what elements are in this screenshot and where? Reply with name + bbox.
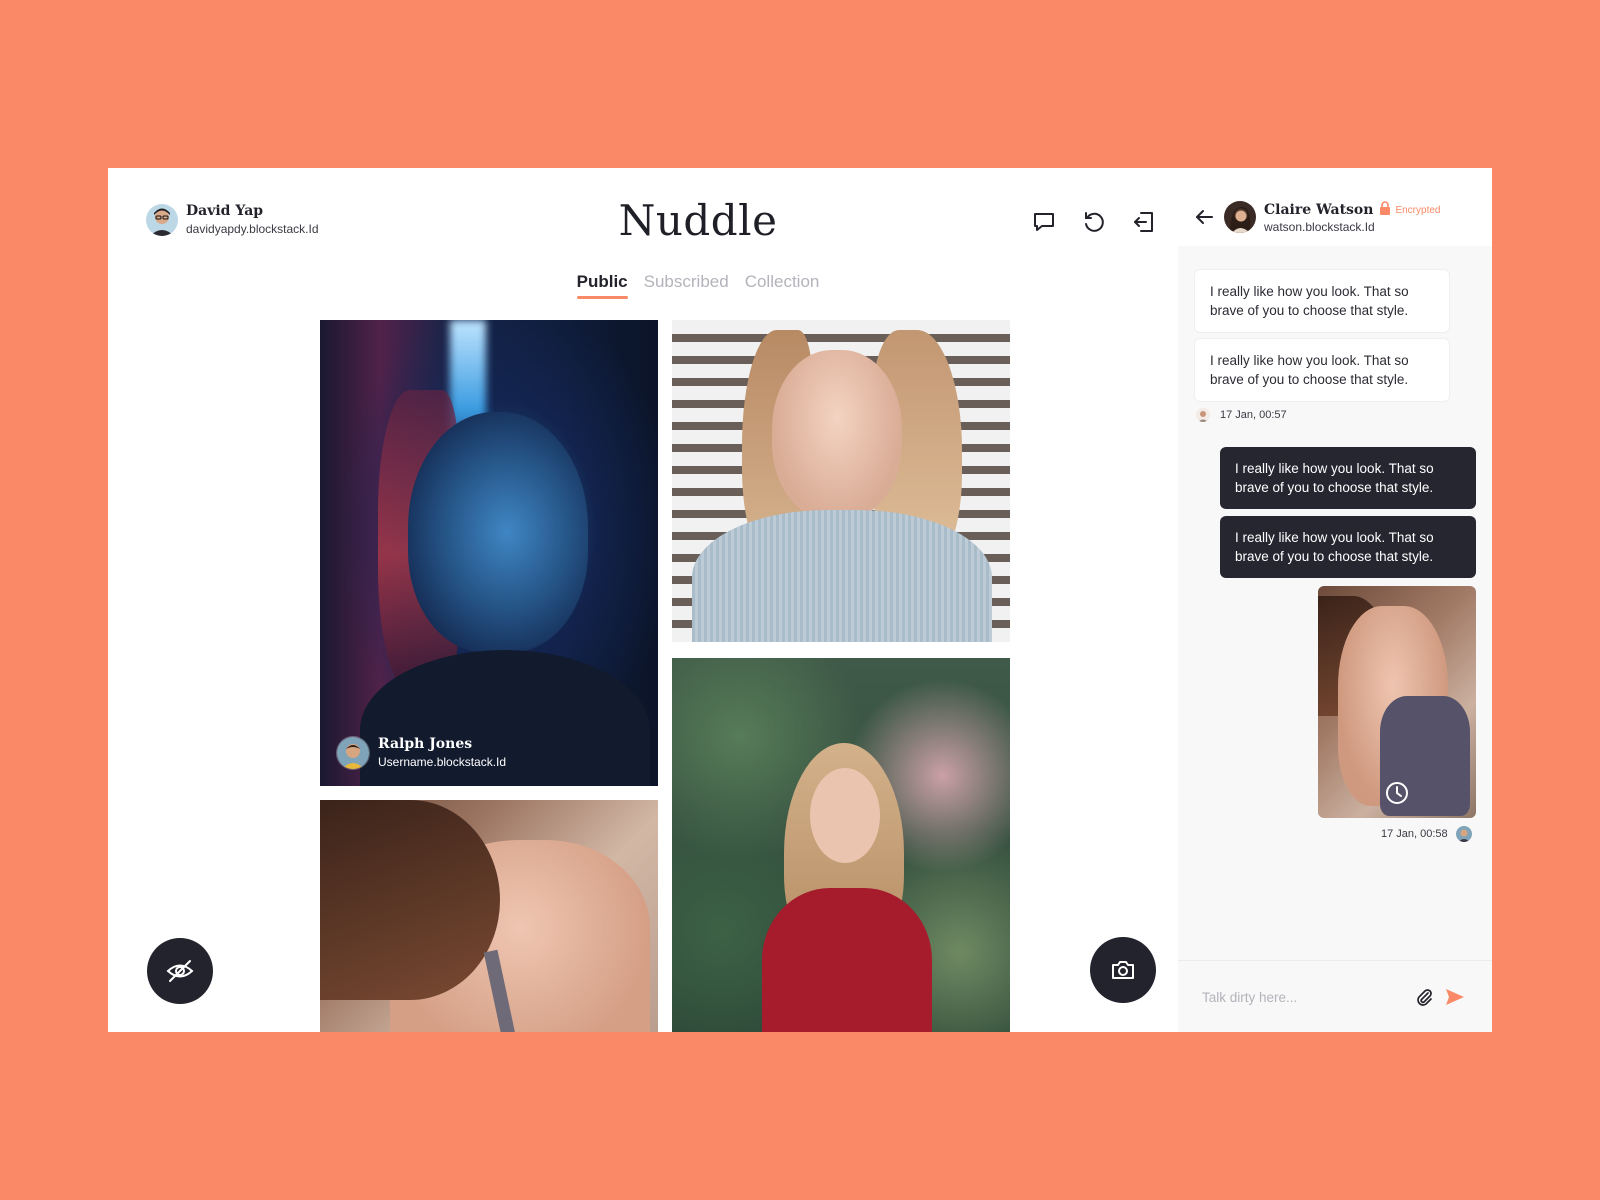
chat-panel: Claire Watson Encrypted watson.blockstac… xyxy=(1178,168,1492,1032)
eye-off-icon xyxy=(166,960,194,982)
hide-button[interactable] xyxy=(147,938,213,1004)
back-arrow-icon[interactable] xyxy=(1194,207,1214,232)
outgoing-time: 17 Jan, 00:58 xyxy=(1381,828,1448,840)
incoming-time: 17 Jan, 00:57 xyxy=(1220,409,1287,421)
chat-bubble-icon[interactable] xyxy=(1030,208,1058,236)
refresh-icon[interactable] xyxy=(1080,208,1108,236)
message-incoming: I really like how you look. That so brav… xyxy=(1194,338,1450,402)
message-outgoing: I really like how you look. That so brav… xyxy=(1220,516,1476,578)
encrypted-badge: Encrypted xyxy=(1395,204,1441,216)
contact-mini-avatar xyxy=(1196,408,1210,422)
logout-icon[interactable] xyxy=(1130,208,1158,236)
tab-collection[interactable]: Collection xyxy=(745,272,820,298)
feed-photo-turtleneck-portrait[interactable] xyxy=(672,320,1010,642)
my-mini-avatar xyxy=(1455,826,1472,842)
creator-avatar xyxy=(336,736,370,770)
contact-name: Claire Watson xyxy=(1264,202,1374,218)
paperclip-icon[interactable] xyxy=(1414,987,1434,1012)
incoming-timestamp: 17 Jan, 00:57 xyxy=(1196,408,1287,422)
top-toolbar xyxy=(1030,208,1158,236)
tab-subscribed[interactable]: Subscribed xyxy=(644,272,729,298)
camera-icon xyxy=(1112,961,1134,979)
chat-header: Claire Watson Encrypted watson.blockstac… xyxy=(1178,168,1492,246)
message-input[interactable] xyxy=(1200,985,1404,1009)
feed-photo-garden-portrait[interactable] xyxy=(672,658,1010,1032)
feed-tabs: Public Subscribed Collection xyxy=(108,272,1288,299)
contact-name-row: Claire Watson Encrypted xyxy=(1264,201,1440,219)
feed-photo-neon-portrait[interactable]: Ralph Jones Username.blockstack.Id xyxy=(320,320,658,786)
creator-handle: Username.blockstack.Id xyxy=(378,755,507,770)
photo-credit[interactable]: Ralph Jones Username.blockstack.Id xyxy=(336,736,506,770)
camera-button[interactable] xyxy=(1090,937,1156,1003)
message-outgoing: I really like how you look. That so brav… xyxy=(1220,447,1476,509)
send-icon[interactable] xyxy=(1444,987,1466,1012)
message-photo-attachment[interactable] xyxy=(1318,586,1476,818)
contact-handle: watson.blockstack.Id xyxy=(1264,220,1375,234)
outgoing-timestamp: 17 Jan, 00:58 xyxy=(1381,826,1472,842)
contact-avatar[interactable] xyxy=(1224,201,1256,233)
clock-icon xyxy=(1384,780,1410,811)
tab-public[interactable]: Public xyxy=(576,272,628,299)
feed-photo-leaning-portrait[interactable] xyxy=(320,800,658,1032)
app-window: David Yap davidyapdy.blockstack.Id Nuddl… xyxy=(108,168,1492,1032)
message-incoming: I really like how you look. That so brav… xyxy=(1194,269,1450,333)
lock-icon xyxy=(1379,201,1391,219)
creator-name: Ralph Jones xyxy=(378,736,473,753)
chat-composer xyxy=(1178,960,1492,1032)
